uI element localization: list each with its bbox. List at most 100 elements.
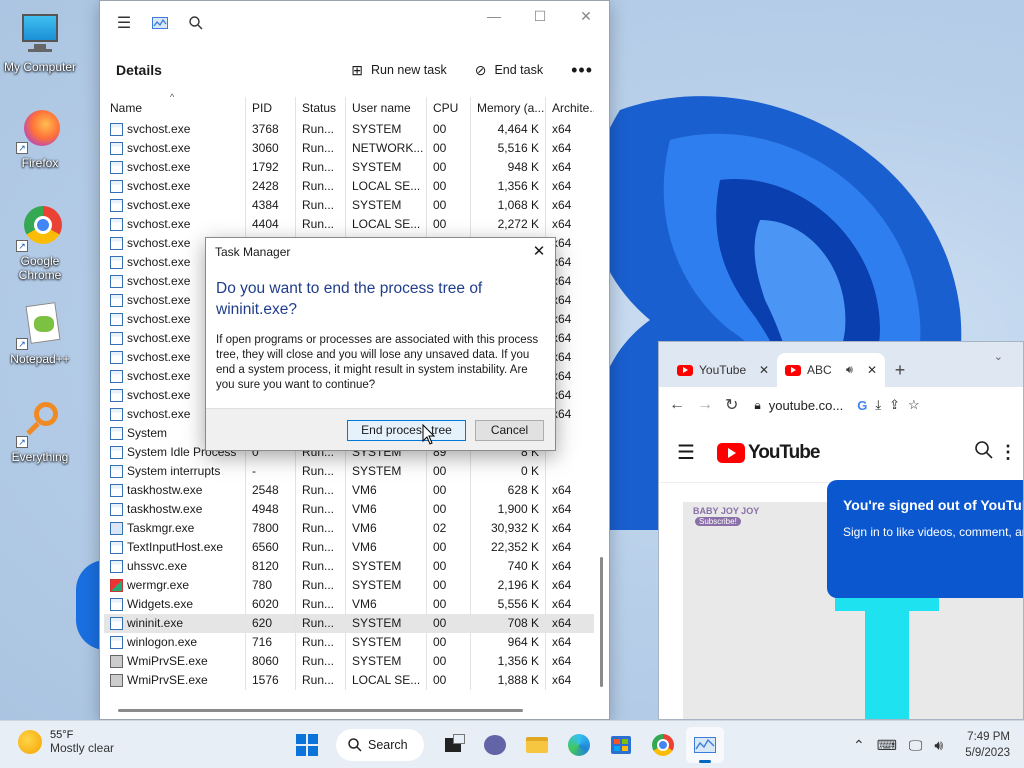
desktop-icon-my-computer[interactable]: My Computer (0, 10, 80, 74)
youtube-logo[interactable]: YouTube (717, 442, 820, 464)
microsoft-store-icon[interactable] (602, 727, 640, 763)
table-row[interactable]: winlogon.exe 716 Run... SYSTEM 00 964 K x64 (104, 633, 594, 652)
table-row[interactable]: Taskmgr.exe 7800 Run... VM6 02 30,932 K x64 (104, 519, 594, 538)
horizontal-scrollbar[interactable] (118, 709, 523, 712)
forward-icon[interactable]: → (697, 396, 713, 414)
edge-browser-icon[interactable] (560, 727, 598, 763)
process-name-cell: WmiPrvSE.exe (104, 671, 246, 690)
table-row[interactable]: svchost.exe 3060 Run... NETWORK... 00 5,516 K… (104, 139, 594, 158)
table-row[interactable]: svchost.exe 2428 Run... LOCAL SE... 00 1,356 … (104, 177, 594, 196)
table-row[interactable]: Widgets.exe 6020 Run... VM6 00 5,556 K x64 (104, 595, 594, 614)
tab-youtube[interactable]: YouTube ✕ (669, 353, 777, 387)
desktop-icon-firefox[interactable]: ↗ Firefox (0, 106, 80, 170)
column-header-memory[interactable]: Memory (a... (471, 97, 546, 120)
hamburger-menu-icon[interactable]: ☰ (106, 5, 142, 41)
table-row[interactable]: wininit.exe 620 Run... SYSTEM 00 708 K x64 (104, 614, 594, 633)
share-icon[interactable]: ⇪ (889, 397, 900, 413)
address-bar[interactable]: 🔒︎ youtube.co... G ⤓ ⇪ ☆ (754, 397, 919, 413)
column-header-cpu[interactable]: CPU (427, 97, 471, 120)
run-new-task-button[interactable]: ⊞ Run new task (351, 62, 446, 79)
table-row[interactable]: svchost.exe 3768 Run... SYSTEM 00 4,464 K x64 (104, 120, 594, 139)
bookmark-star-icon[interactable]: ☆ (908, 397, 920, 413)
chrome-taskbar-icon[interactable] (644, 727, 682, 763)
table-row[interactable]: svchost.exe 4404 Run... LOCAL SE... 00 2,272 … (104, 215, 594, 234)
column-header-architecture[interactable]: Archite... (546, 97, 594, 120)
process-pid-cell: 716 (246, 633, 296, 652)
volume-icon[interactable]: 🔊︎ (934, 737, 943, 754)
process-mem-cell: 0 K (471, 462, 546, 481)
process-user-cell: VM6 (346, 595, 427, 614)
process-mem-cell: 948 K (471, 158, 546, 177)
column-header-name[interactable]: Name (104, 97, 246, 120)
column-header-status[interactable]: Status (296, 97, 346, 120)
table-row[interactable]: taskhostw.exe 4948 Run... VM6 00 1,900 K x64 (104, 500, 594, 519)
desktop-icon-everything[interactable]: ↗ Everything (0, 400, 80, 464)
network-icon[interactable]: 🖵︎ (909, 737, 923, 754)
task-manager-taskbar-icon[interactable] (686, 727, 724, 763)
dialog-question: Do you want to end the process tree of w… (216, 280, 483, 318)
keyboard-icon[interactable]: ⌨ (877, 737, 897, 754)
kebab-menu-icon[interactable]: ⋮ (999, 442, 1017, 463)
column-header-pid[interactable]: PID (246, 97, 296, 120)
cancel-button[interactable]: Cancel (475, 420, 544, 441)
chevron-down-icon[interactable]: ⌄ (994, 350, 1003, 363)
table-row[interactable]: WmiPrvSE.exe 1576 Run... LOCAL SE... 00 1,888… (104, 671, 594, 690)
process-mem-cell: 1,068 K (471, 196, 546, 215)
end-process-tree-dialog: Task Manager ✕ Do you want to end the pr… (205, 237, 556, 451)
clock[interactable]: 7:49 PM 5/9/2023 (965, 729, 1010, 761)
maximize-icon[interactable]: ☐ (517, 1, 563, 31)
tab-close-icon[interactable]: ✕ (867, 363, 877, 377)
google-g-icon[interactable]: G (857, 398, 867, 413)
file-explorer-icon[interactable] (518, 727, 556, 763)
new-tab-icon[interactable]: + (885, 353, 915, 387)
table-row[interactable]: uhssvc.exe 8120 Run... SYSTEM 00 740 K x64 (104, 557, 594, 576)
table-row[interactable]: wermgr.exe 780 Run... SYSTEM 00 2,196 K x64 (104, 576, 594, 595)
install-icon[interactable]: ⤓ (875, 397, 881, 413)
more-options-icon[interactable]: ••• (571, 60, 593, 81)
reload-icon[interactable]: ↻ (725, 395, 738, 415)
table-row[interactable]: WmiPrvSE.exe 8060 Run... SYSTEM 00 1,356 K x64 (104, 652, 594, 671)
process-name: svchost.exe (127, 274, 191, 288)
taskbar-search-label: Search (368, 738, 408, 752)
process-name: winlogon.exe (127, 635, 198, 649)
weather-widget[interactable]: 55°F Mostly clear (18, 729, 114, 755)
process-icon (110, 636, 123, 649)
back-icon[interactable]: ← (669, 396, 685, 414)
dialog-close-icon[interactable]: ✕ (529, 242, 549, 262)
end-process-tree-button[interactable]: End process tree (347, 420, 466, 441)
speaker-icon[interactable]: 🔊︎ (846, 364, 853, 377)
taskbar-search-box[interactable]: Search (336, 729, 424, 761)
process-user-cell: SYSTEM (346, 120, 427, 139)
browser-toolbar: ← → ↻ 🔒︎ youtube.co... G ⤓ ⇪ ☆ (659, 387, 1023, 423)
table-header: Name PID Status User name CPU Memory (a.… (104, 97, 594, 120)
process-arch-cell: x64 (552, 540, 572, 554)
column-header-user[interactable]: User name (346, 97, 427, 120)
process-pid-cell: 2428 (246, 177, 296, 196)
teams-chat-icon[interactable] (476, 727, 514, 763)
task-view-icon[interactable] (434, 727, 472, 763)
vertical-scrollbar[interactable] (600, 557, 603, 687)
desktop-icon-notepadpp[interactable]: ↗ Notepad++ (0, 302, 80, 366)
lock-icon: 🔒︎ (754, 397, 761, 412)
process-status-cell: Run... (296, 120, 346, 139)
youtube-search-icon[interactable] (975, 441, 993, 464)
table-row[interactable]: svchost.exe 1792 Run... SYSTEM 00 948 K x64 (104, 158, 594, 177)
youtube-menu-icon[interactable]: ☰ (677, 440, 717, 465)
process-cpu-cell: 00 (427, 500, 471, 519)
start-button[interactable] (288, 727, 326, 763)
table-row[interactable]: System interrupts - Run... SYSTEM 00 0 K (104, 462, 594, 481)
show-hidden-icons-icon[interactable]: ⌃ (853, 737, 865, 754)
tab-abc[interactable]: ABC 🔊︎ ✕ (777, 353, 885, 387)
minimize-icon[interactable]: — (471, 1, 517, 31)
end-task-button[interactable]: ⊘ End task (475, 62, 543, 79)
table-row[interactable]: TextInputHost.exe 6560 Run... VM6 00 22,352 K… (104, 538, 594, 557)
dialog-title: Task Manager (215, 245, 291, 259)
tab-close-icon[interactable]: ✕ (759, 363, 769, 377)
process-status-cell: Run... (296, 652, 346, 671)
search-icon[interactable] (178, 5, 214, 41)
close-icon[interactable]: ✕ (563, 1, 609, 31)
desktop-icon-google-chrome[interactable]: ↗ Google Chrome (0, 204, 80, 282)
table-row[interactable]: taskhostw.exe 2548 Run... VM6 00 628 K x64 (104, 481, 594, 500)
process-name: taskhostw.exe (127, 502, 203, 516)
table-row[interactable]: svchost.exe 4384 Run... SYSTEM 00 1,068 K x64 (104, 196, 594, 215)
